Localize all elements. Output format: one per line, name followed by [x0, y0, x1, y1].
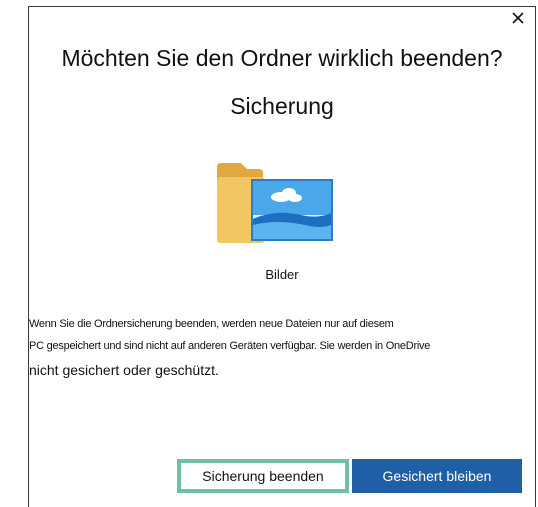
close-icon[interactable] [511, 11, 525, 25]
folder-label: Bilder [265, 267, 299, 282]
description-line-2: PC gespeichert und sind nicht auf andere… [29, 340, 431, 352]
description-line-1: Wenn Sie die Ordnersicherung beenden, we… [29, 318, 394, 330]
description: Wenn Sie die Ordnersicherung beenden, we… [29, 313, 537, 383]
description-line-3: nicht gesichert oder geschützt. [29, 362, 219, 378]
stop-backup-button[interactable]: Sicherung beenden [177, 459, 349, 493]
pictures-folder-icon [217, 163, 333, 243]
dialog-title: Möchten Sie den Ordner wirklich beenden? [61, 45, 503, 71]
dialog-subtitle: Sicherung [230, 93, 334, 119]
keep-backup-button[interactable]: Gesichert bleiben [352, 459, 522, 493]
stop-backup-dialog: Möchten Sie den Ordner wirklich beenden?… [28, 6, 536, 507]
